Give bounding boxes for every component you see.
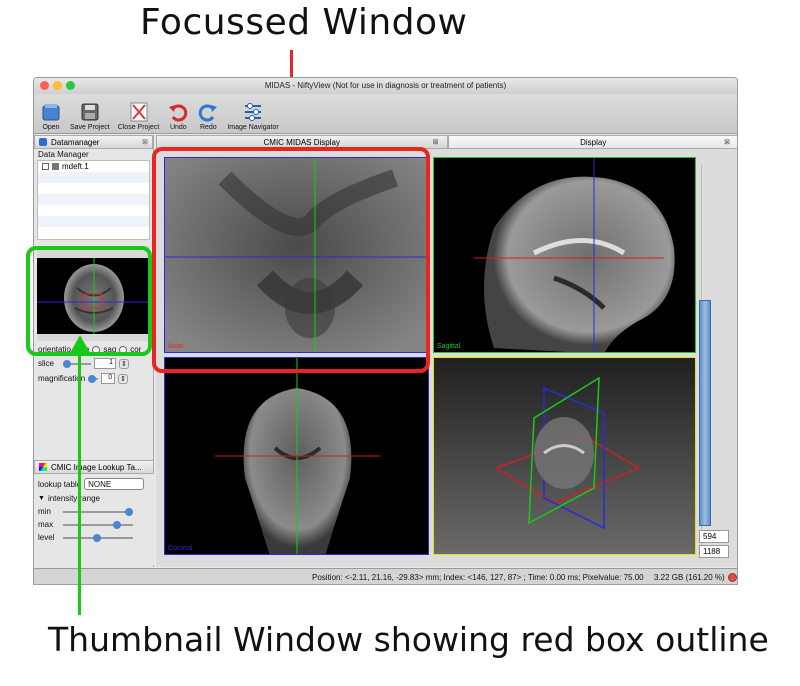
- save-icon: [81, 103, 99, 121]
- visibility-checkbox[interactable]: [42, 163, 49, 170]
- level-slider-knob[interactable]: [93, 533, 101, 542]
- max-row: max: [34, 516, 154, 529]
- list-row-empty: [38, 172, 149, 183]
- memory-usage: 3.22 GB (161.20 %): [654, 573, 725, 582]
- coronal-brain-image: [215, 358, 380, 554]
- toolbar: Open Save Project Close Project Undo Red…: [34, 94, 737, 134]
- tab-display[interactable]: Display ⊠: [447, 135, 737, 149]
- intensity-range-row[interactable]: ▼ intensity range: [34, 490, 154, 503]
- memory-indicator-icon: [728, 573, 737, 582]
- sagittal-view[interactable]: Sagittal: [433, 157, 696, 353]
- image-node-icon: [52, 163, 59, 170]
- slice-row: slice 1 ⇕: [38, 358, 129, 369]
- open-icon: [42, 104, 60, 121]
- sagittal-brain-image: [474, 158, 675, 352]
- close-window-button[interactable]: [40, 81, 49, 90]
- datamanager-tab[interactable]: Datamanager ⊠: [34, 135, 153, 149]
- save-project-button[interactable]: Save Project: [70, 101, 110, 133]
- min-row: min: [34, 503, 154, 516]
- zoom-window-button[interactable]: [66, 81, 75, 90]
- min-slider[interactable]: [63, 507, 133, 516]
- list-item[interactable]: mdeft.1: [38, 161, 149, 172]
- image-navigator-button[interactable]: Image Navigator: [227, 101, 279, 133]
- close-tab-icon[interactable]: ⊠: [724, 136, 730, 149]
- status-text: Position: <-2.11, 21.16, -29.83> mm; Ind…: [312, 573, 644, 582]
- slice-input[interactable]: 1: [94, 358, 116, 369]
- coronal-view-label: Coronal: [168, 545, 193, 552]
- 3d-view[interactable]: [433, 357, 696, 555]
- redo-button[interactable]: Redo: [197, 101, 219, 133]
- coronal-view[interactable]: Coronal: [164, 357, 429, 555]
- slice-stepper[interactable]: ⇕: [119, 358, 129, 369]
- undo-button[interactable]: Undo: [167, 101, 189, 133]
- datamanager-icon: [39, 138, 47, 146]
- window-title: MIDAS - NiftyView (Not for use in diagno…: [264, 81, 507, 90]
- window-controls: [40, 81, 75, 90]
- min-slider-knob[interactable]: [125, 507, 133, 516]
- undo-icon: [169, 104, 188, 122]
- close-tab-icon[interactable]: ⊠: [142, 138, 148, 146]
- data-manager-label: Data Manager: [38, 150, 89, 159]
- slice-slider[interactable]: [63, 359, 91, 368]
- list-row-empty: [38, 183, 149, 194]
- lookup-table-tab[interactable]: CMIC Image Lookup Ta...: [34, 460, 154, 474]
- open-button[interactable]: Open: [40, 101, 62, 133]
- level-slider[interactable]: [63, 533, 133, 542]
- data-manager-list: mdeft.1: [37, 160, 150, 240]
- close-project-button[interactable]: Close Project: [118, 101, 159, 133]
- slice-slider-knob[interactable]: [63, 359, 71, 368]
- color-palette-icon: [39, 463, 47, 471]
- list-row-empty: [38, 194, 149, 205]
- scale-value-2[interactable]: 1188: [699, 545, 729, 558]
- lookup-table-select[interactable]: NONE: [84, 478, 145, 490]
- green-arrow-shaft: [78, 345, 81, 615]
- lookup-table-row: lookup table NONE: [34, 474, 154, 490]
- title-bar: MIDAS - NiftyView (Not for use in diagno…: [34, 78, 737, 94]
- sagittal-view-label: Sagittal: [437, 343, 461, 350]
- disclosure-triangle-icon[interactable]: ▼: [38, 495, 45, 502]
- intensity-scale-bar[interactable]: [699, 300, 711, 526]
- lookup-table-panel: CMIC Image Lookup Ta... lookup table NON…: [34, 460, 154, 565]
- magnification-stepper[interactable]: ⇕: [118, 373, 129, 384]
- list-row-empty: [38, 205, 149, 216]
- caption-focussed-window: Focussed Window: [140, 2, 468, 43]
- scale-value-1[interactable]: 594: [699, 530, 729, 543]
- max-slider[interactable]: [63, 520, 133, 529]
- magnification-slider[interactable]: [88, 374, 99, 383]
- close-tab-icon[interactable]: ⊠: [433, 136, 439, 149]
- magnification-input[interactable]: 0: [101, 373, 116, 384]
- status-bar: Position: <-2.11, 21.16, -29.83> mm; Ind…: [34, 568, 737, 584]
- 3d-render-image: [494, 376, 641, 530]
- max-slider-knob[interactable]: [113, 520, 121, 529]
- level-row: level: [34, 529, 154, 542]
- sliders-icon: [245, 103, 261, 121]
- focussed-window-highlight: [152, 147, 430, 373]
- redo-icon: [199, 104, 218, 122]
- close-project-icon: [130, 102, 147, 122]
- caption-thumbnail-window: Thumbnail Window showing red box outline: [48, 620, 769, 659]
- list-row-empty: [38, 216, 149, 227]
- magnification-slider-knob[interactable]: [88, 374, 97, 383]
- minimize-window-button[interactable]: [53, 81, 62, 90]
- magnification-row: magnification 0 ⇕: [38, 373, 129, 384]
